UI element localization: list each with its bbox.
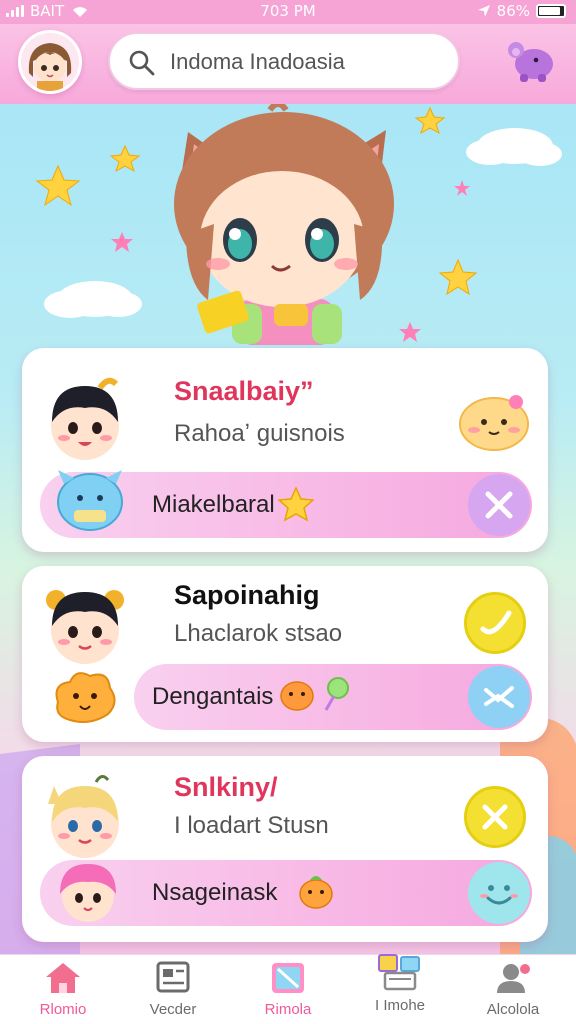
card-2-check-button[interactable] bbox=[464, 592, 526, 654]
pink-girl-face-icon bbox=[60, 864, 116, 922]
close-icon bbox=[485, 491, 513, 519]
location-icon bbox=[477, 5, 490, 17]
tab-board[interactable]: Vecder bbox=[118, 961, 228, 1021]
card-1-close-button[interactable] bbox=[468, 474, 530, 536]
card-3-subtitle: I loadart Stusn bbox=[174, 812, 329, 839]
status-right: 86% bbox=[477, 2, 566, 20]
card-3-pill-label: Nsageinask bbox=[152, 879, 278, 906]
tab-gallery[interactable]: Rimola bbox=[233, 961, 343, 1021]
home-icon bbox=[46, 963, 80, 993]
profile-icon bbox=[497, 964, 530, 993]
card-3-close-button[interactable] bbox=[464, 786, 526, 848]
search-input[interactable] bbox=[170, 44, 450, 80]
user-avatar[interactable] bbox=[18, 30, 82, 94]
bird-face-icon bbox=[299, 876, 333, 909]
purple-pet-icon[interactable] bbox=[506, 36, 558, 84]
lollipop-icon bbox=[324, 677, 349, 711]
card-2-pill-label: Dengantais bbox=[152, 683, 274, 710]
smile-icon bbox=[480, 885, 518, 905]
tab-profile[interactable]: Alcolola bbox=[458, 961, 568, 1021]
bun-face-icon bbox=[459, 395, 529, 451]
shop-icon bbox=[378, 954, 420, 991]
blue-creature-icon bbox=[57, 470, 123, 531]
close-icon bbox=[482, 804, 508, 830]
card-2-shuffle-button[interactable] bbox=[468, 666, 530, 728]
star-icon bbox=[278, 486, 314, 522]
card-2-title: Sapoinahig bbox=[174, 580, 320, 610]
card-2-subtitle: Lhaclarok stsao bbox=[174, 620, 343, 647]
tab-board-label: Vecder bbox=[149, 1001, 197, 1018]
cat-ear-chibi-girl bbox=[174, 104, 394, 345]
tab-home-label: Rlomio bbox=[39, 1001, 87, 1018]
card-3-title: Snlkiny/ bbox=[174, 772, 278, 802]
app-header bbox=[0, 24, 576, 104]
board-icon bbox=[156, 961, 190, 993]
status-bar: BAIT 703 PM 86% bbox=[0, 0, 576, 24]
card-1-pill-label: Miakelbaral bbox=[152, 491, 275, 518]
card-3-smile-button[interactable] bbox=[468, 862, 530, 924]
boy-face-icon bbox=[46, 590, 124, 664]
shuffle-icon bbox=[484, 686, 514, 708]
card-1[interactable]: Snaalbaiy” Rahoaʼ guisnois Miakelbaral bbox=[22, 348, 548, 552]
card-2-pill[interactable]: Dengantais bbox=[134, 664, 532, 730]
battery-icon bbox=[536, 4, 566, 18]
orange-creature-icon bbox=[55, 672, 116, 723]
girl-avatar-icon bbox=[21, 33, 79, 91]
bottom-tab-bar: Rlomio Vecder Rimola I Imohe Alcolola bbox=[0, 954, 576, 1024]
card-3[interactable]: Snlkiny/ I loadart Stusn Nsageinask bbox=[22, 756, 548, 942]
boy-face-icon bbox=[51, 377, 119, 460]
check-icon bbox=[480, 610, 512, 635]
tab-gallery-label: Rimola bbox=[264, 1001, 312, 1018]
orange-face-icon bbox=[280, 681, 314, 711]
search-bar[interactable] bbox=[108, 32, 460, 90]
card-1-pill[interactable]: Miakelbaral bbox=[40, 470, 532, 538]
card-1-title: Snaalbaiy” bbox=[174, 376, 314, 406]
tab-home[interactable]: Rlomio bbox=[8, 961, 118, 1021]
card-3-pill[interactable]: Nsageinask bbox=[40, 860, 532, 926]
battery-percent: 86% bbox=[496, 2, 530, 20]
card-2[interactable]: Sapoinahig Lhaclarok stsao Dengantais bbox=[22, 566, 548, 742]
gallery-icon bbox=[272, 963, 304, 993]
blonde-face-icon bbox=[48, 775, 119, 858]
card-1-subtitle: Rahoaʼ guisnois bbox=[174, 420, 345, 447]
tab-shop-label: I Imohe bbox=[374, 997, 426, 1014]
search-icon bbox=[129, 50, 155, 76]
tab-profile-label: Alcolola bbox=[486, 1001, 540, 1018]
tab-shop[interactable]: I Imohe bbox=[345, 954, 455, 1021]
